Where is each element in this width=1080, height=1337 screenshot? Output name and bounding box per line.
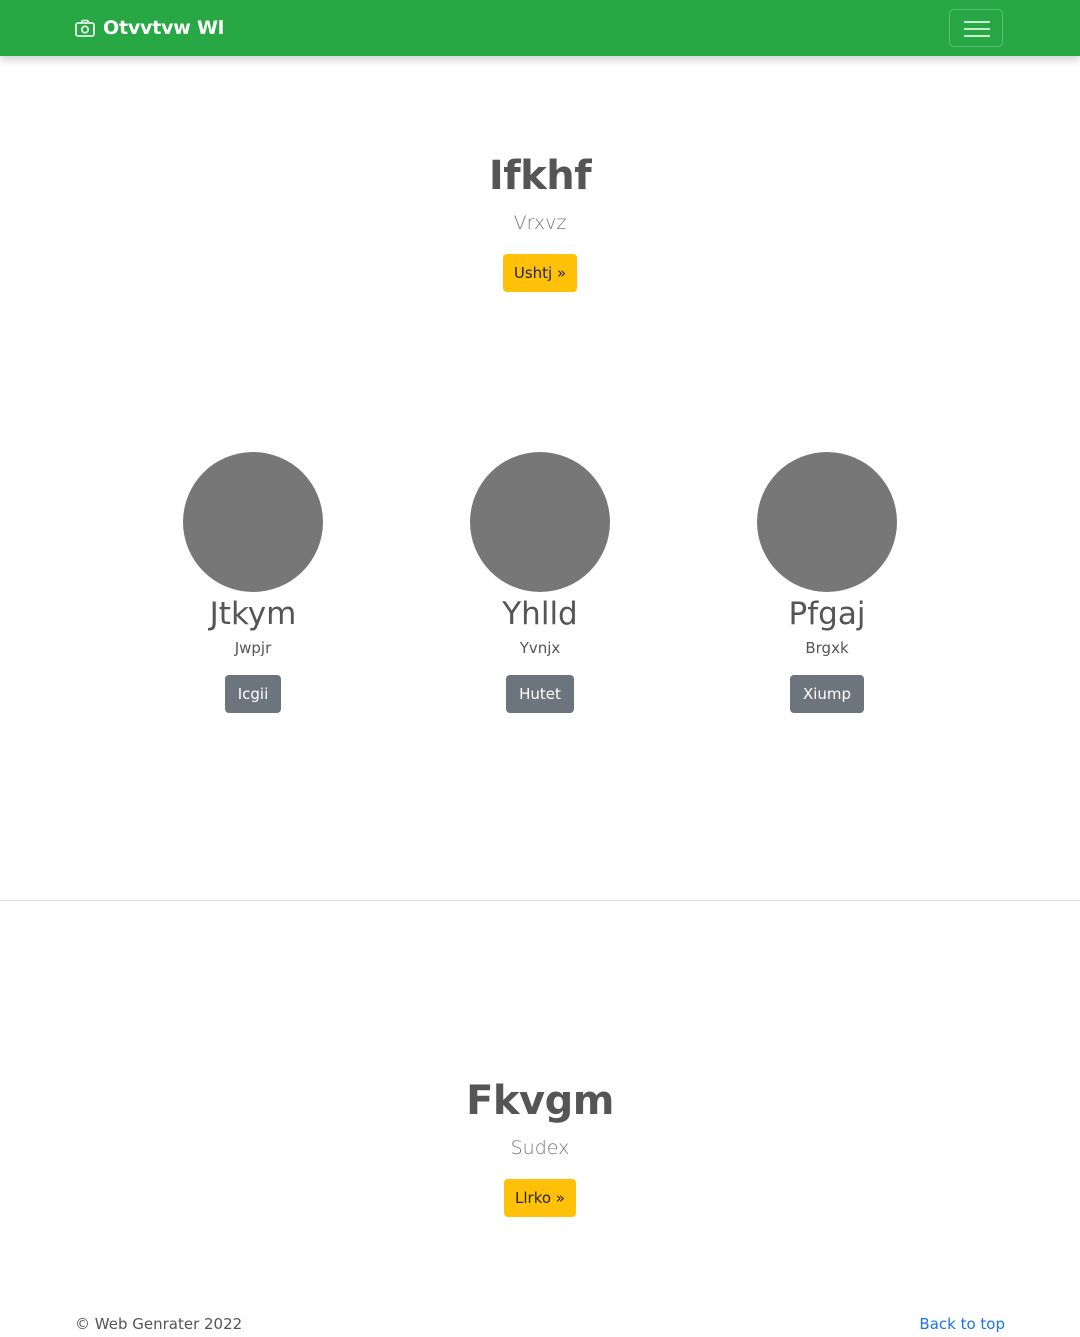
hero-title: Ifkhf: [488, 153, 592, 199]
feature-column: Yhlld Yvnjx Hutet: [390, 452, 690, 713]
brand-text: Otvvtvw Wl: [103, 17, 225, 39]
navbar-toggler-button[interactable]: [949, 9, 1003, 47]
hero-subtitle: Sudex: [510, 1137, 570, 1159]
feature-button[interactable]: Xiump: [789, 675, 865, 713]
brand-link[interactable]: Otvvtvw Wl: [75, 15, 224, 41]
placeholder-image: [183, 452, 323, 592]
feature-title: Pfgaj: [788, 596, 866, 632]
hero-title: Fkvgm: [466, 1078, 614, 1124]
camera-icon: [75, 19, 95, 37]
copyright-text: © Web Genrater 2022: [75, 1315, 243, 1333]
feature-column: Jtkym Jwpjr Icgii: [103, 452, 403, 713]
feature-text: Jwpjr: [234, 639, 272, 657]
feature-button[interactable]: Hutet: [506, 675, 574, 713]
feature-title: Yhlld: [502, 596, 578, 632]
placeholder-image: [470, 452, 610, 592]
navbar: Otvvtvw Wl: [0, 0, 1080, 56]
feature-button[interactable]: Icgii: [224, 675, 282, 713]
feature-text: Yvnjx: [519, 639, 561, 657]
hero-subtitle: Vrxvz: [513, 212, 567, 234]
hero-cta-button[interactable]: Ushtj »: [503, 254, 577, 292]
feature-title: Jtkym: [209, 596, 297, 632]
hero-cta-button[interactable]: Llrko »: [504, 1179, 576, 1217]
back-to-top-link[interactable]: Back to top: [919, 1315, 1005, 1333]
placeholder-image: [757, 452, 897, 592]
feature-column: Pfgaj Brgxk Xiump: [677, 452, 977, 713]
feature-text: Brgxk: [805, 639, 849, 657]
section-divider: [0, 900, 1080, 901]
